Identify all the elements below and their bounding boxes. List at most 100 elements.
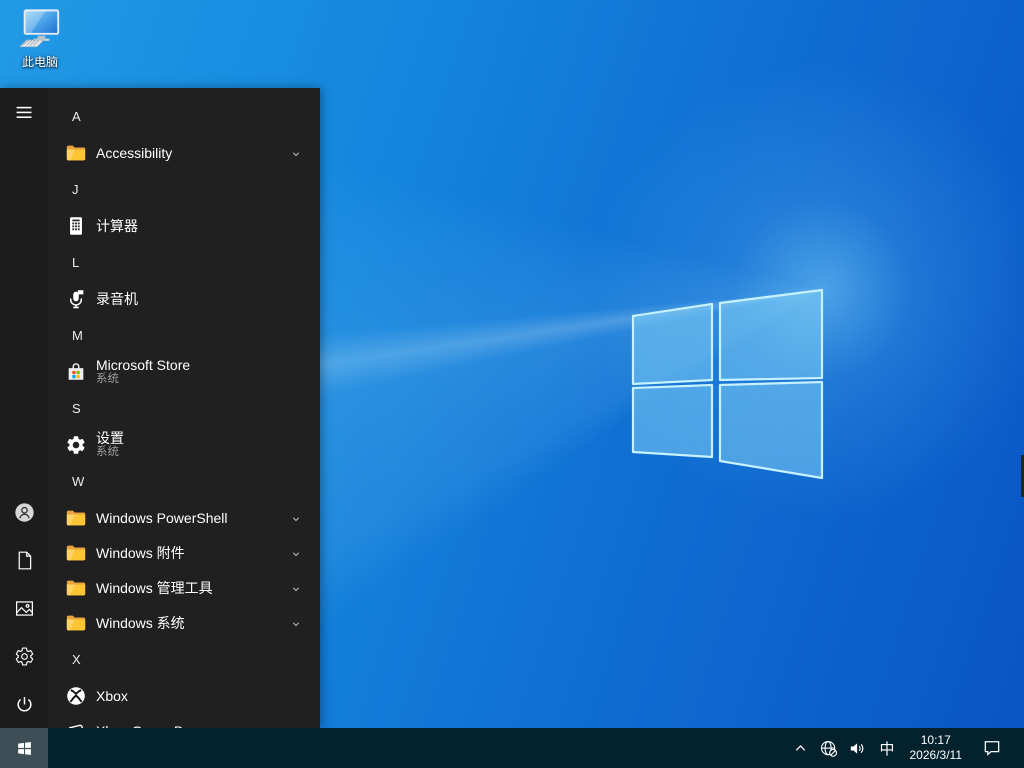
section-letter: L (72, 255, 79, 270)
app-row-windows-系统[interactable]: Windows 系统 (48, 605, 320, 640)
hidden-icons-chevron-button[interactable] (787, 728, 814, 768)
app-sublabel: 系统 (96, 446, 124, 459)
section-header-J[interactable]: J (48, 170, 320, 208)
app-text: 计算器 (96, 218, 138, 234)
system-tray: 中 10:17 2026/3/11 (787, 728, 1024, 768)
desktop-wallpaper: 此电脑 A Accessibility J 计算器 L 录音机 M Microsoft Sto… (0, 0, 1024, 768)
chevron-down-icon[interactable] (290, 582, 302, 594)
app-row-windows-管理工具[interactable]: Windows 管理工具 (48, 570, 320, 605)
chevron-down-icon[interactable] (290, 147, 302, 159)
section-header-A[interactable]: A (48, 97, 320, 135)
gamebar-icon (64, 719, 88, 729)
app-label: 计算器 (96, 218, 138, 234)
app-text: Windows 附件 (96, 545, 185, 561)
rail-button-documents[interactable] (0, 536, 48, 584)
gear-outline-icon (14, 646, 35, 667)
app-text: Accessibility (96, 145, 172, 161)
folder-icon (64, 141, 88, 165)
app-label: Accessibility (96, 145, 172, 161)
section-letter: S (72, 401, 81, 416)
rail-button-menu[interactable] (0, 88, 48, 136)
section-letter: M (72, 328, 83, 343)
app-text: Windows 系统 (96, 615, 185, 631)
section-header-S[interactable]: S (48, 389, 320, 427)
folder-icon (64, 541, 88, 565)
app-text: Microsoft Store系统 (96, 357, 190, 386)
action-center-button[interactable] (970, 728, 1012, 768)
globe-no-internet-icon (819, 739, 838, 758)
app-text: 设置系统 (96, 430, 124, 459)
section-letter: J (72, 182, 79, 197)
document-icon (14, 550, 35, 571)
folder-icon (64, 576, 88, 600)
clock-date: 2026/3/11 (910, 748, 963, 763)
app-row-xbox[interactable]: Xbox (48, 678, 320, 713)
folder-icon (64, 506, 88, 530)
rail-button-user[interactable] (0, 488, 48, 536)
section-letter: X (72, 652, 81, 667)
chevron-down-icon[interactable] (290, 617, 302, 629)
app-row-计算器[interactable]: 计算器 (48, 208, 320, 243)
clock-time: 10:17 (921, 733, 951, 748)
network-status-button[interactable] (814, 728, 843, 768)
gear-icon (64, 433, 88, 457)
section-letter: A (72, 109, 81, 124)
hamburger-icon (14, 102, 35, 123)
start-menu: AAccessibilityJ计算器L录音机MMicrosoft Store系统… (0, 88, 320, 728)
action-center-icon (982, 738, 1002, 758)
microphone-icon (64, 287, 88, 311)
this-pc-label: 此电脑 (22, 53, 58, 70)
rail-button-power[interactable] (0, 680, 48, 728)
app-label: Windows 附件 (96, 545, 185, 561)
app-label: 录音机 (96, 291, 138, 307)
rail-button-pictures[interactable] (0, 584, 48, 632)
user-icon (14, 502, 35, 523)
section-header-X[interactable]: X (48, 640, 320, 678)
power-icon (14, 694, 35, 715)
app-label: Windows PowerShell (96, 510, 228, 526)
xbox-icon (64, 684, 88, 708)
app-row-microsoft-store[interactable]: Microsoft Store系统 (48, 354, 320, 389)
windows-flag-icon (16, 740, 33, 757)
app-label: 设置 (96, 430, 124, 446)
app-sublabel: 系统 (96, 373, 190, 386)
app-row-xbox-game-bar[interactable]: Xbox Game Bar (48, 713, 320, 728)
desktop-icon-this-pc[interactable]: 此电脑 (8, 8, 72, 70)
this-pc-icon (17, 8, 63, 52)
app-text: Xbox (96, 688, 128, 704)
start-menu-rail (0, 88, 48, 728)
store-icon (64, 360, 88, 384)
app-row-windows-powershell[interactable]: Windows PowerShell (48, 500, 320, 535)
app-row-设置[interactable]: 设置系统 (48, 427, 320, 462)
app-row-windows-附件[interactable]: Windows 附件 (48, 535, 320, 570)
taskbar: 中 10:17 2026/3/11 (0, 728, 1024, 768)
app-label: Windows 管理工具 (96, 580, 213, 596)
app-label: Xbox (96, 688, 128, 704)
calculator-icon (64, 214, 88, 238)
chevron-up-icon (792, 740, 809, 757)
app-label: Microsoft Store (96, 357, 190, 373)
speaker-icon (848, 739, 867, 758)
pictures-icon (14, 598, 35, 619)
section-letter: W (72, 474, 84, 489)
start-button[interactable] (0, 728, 48, 768)
app-label: Windows 系统 (96, 615, 185, 631)
app-text: 录音机 (96, 291, 138, 307)
folder-icon (64, 611, 88, 635)
ime-label: 中 (879, 738, 894, 759)
app-row-accessibility[interactable]: Accessibility (48, 135, 320, 170)
chevron-down-icon[interactable] (290, 512, 302, 524)
ime-indicator[interactable]: 中 (872, 728, 901, 768)
section-header-W[interactable]: W (48, 462, 320, 500)
start-menu-app-list: AAccessibilityJ计算器L录音机MMicrosoft Store系统… (48, 88, 320, 728)
app-text: Windows PowerShell (96, 510, 228, 526)
volume-button[interactable] (843, 728, 872, 768)
chevron-down-icon[interactable] (290, 547, 302, 559)
app-row-录音机[interactable]: 录音机 (48, 281, 320, 316)
rail-button-settings[interactable] (0, 632, 48, 680)
section-header-L[interactable]: L (48, 243, 320, 281)
rail-spacer (0, 136, 48, 488)
app-text: Windows 管理工具 (96, 580, 213, 596)
section-header-M[interactable]: M (48, 316, 320, 354)
clock[interactable]: 10:17 2026/3/11 (902, 733, 971, 763)
